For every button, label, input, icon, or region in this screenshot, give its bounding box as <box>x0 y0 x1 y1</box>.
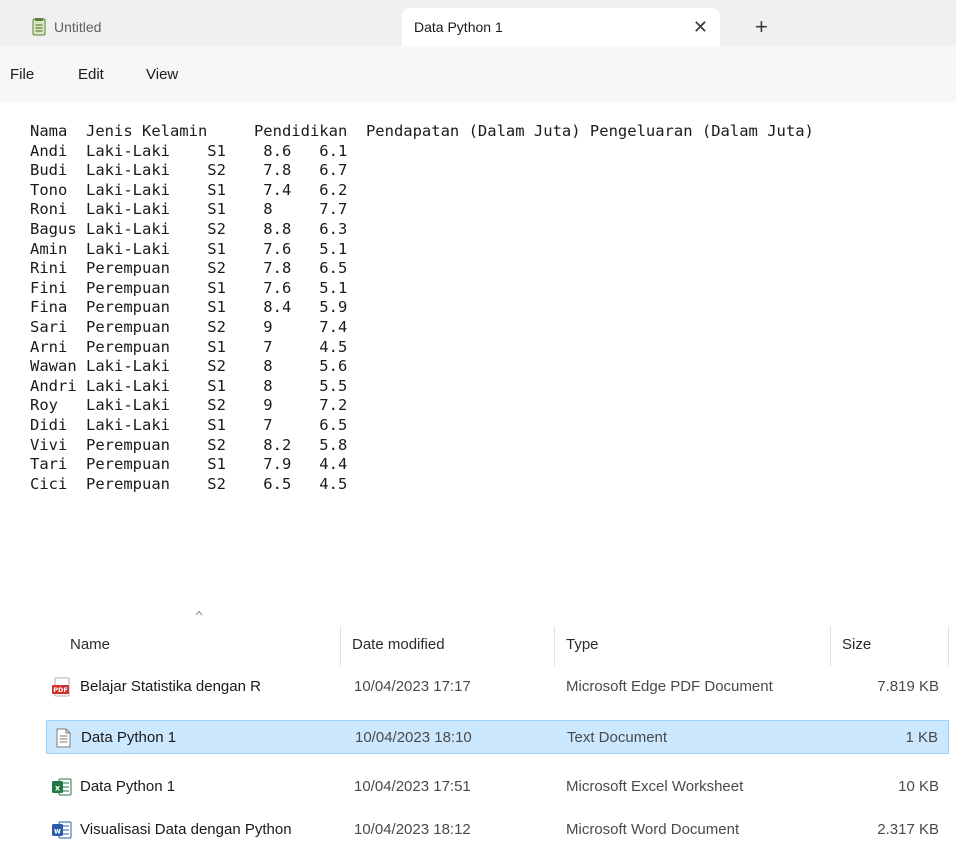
column-header-name[interactable]: Name <box>70 636 110 653</box>
file-size: 2.317 KB <box>877 821 939 838</box>
menu-view[interactable]: View <box>146 66 178 83</box>
file-type: Microsoft Word Document <box>566 821 740 838</box>
file-type: Text Document <box>567 729 668 746</box>
file-row[interactable]: x Data Python 1 10/04/2023 17:51 Microso… <box>46 770 949 804</box>
file-name: Data Python 1 <box>80 778 176 795</box>
document-text: Nama Jenis Kelamin Pendidikan Pendapatan… <box>30 122 814 493</box>
column-header-size[interactable]: Size <box>842 636 871 653</box>
excel-file-icon: x <box>52 778 72 796</box>
pdf-file-icon: PDF <box>52 677 70 697</box>
file-size: 7.819 KB <box>877 678 939 695</box>
tab-data-python-1[interactable]: Data Python 1 ✕ <box>402 8 720 46</box>
menu-edit[interactable]: Edit <box>78 66 104 83</box>
close-icon[interactable]: ✕ <box>693 18 708 36</box>
column-divider[interactable] <box>340 626 341 666</box>
menu-file[interactable]: File <box>10 66 34 83</box>
file-name: Belajar Statistika dengan R <box>80 678 261 695</box>
column-divider[interactable] <box>554 626 555 666</box>
file-date: 10/04/2023 17:17 <box>354 678 471 695</box>
file-size: 10 KB <box>898 778 939 795</box>
word-file-icon: w <box>52 821 72 839</box>
svg-text:PDF: PDF <box>53 686 68 694</box>
column-divider[interactable] <box>948 626 949 666</box>
file-date: 10/04/2023 18:10 <box>355 729 472 746</box>
file-date: 10/04/2023 17:51 <box>354 778 471 795</box>
tab-bar: Untitled Data Python 1 ✕ + <box>0 0 956 46</box>
tab-title: Untitled <box>54 19 102 35</box>
file-size: 1 KB <box>905 729 938 746</box>
svg-text:x: x <box>55 784 61 793</box>
file-date: 10/04/2023 18:12 <box>354 821 471 838</box>
text-editor[interactable]: Nama Jenis Kelamin Pendidikan Pendapatan… <box>0 102 956 598</box>
sort-caret-icon <box>195 610 203 616</box>
notepad-icon <box>32 18 46 36</box>
svg-text:w: w <box>54 827 61 836</box>
file-explorer-list: Name Date modified Type Size PDF Belajar… <box>0 598 956 839</box>
file-type: Microsoft Edge PDF Document <box>566 678 773 695</box>
file-row[interactable]: w Visualisasi Data dengan Python 10/04/2… <box>46 813 949 847</box>
file-name: Visualisasi Data dengan Python <box>80 821 292 838</box>
file-name: Data Python 1 <box>81 729 177 746</box>
column-divider[interactable] <box>830 626 831 666</box>
file-row-selected[interactable]: Data Python 1 10/04/2023 18:10 Text Docu… <box>46 720 949 754</box>
tab-untitled[interactable]: Untitled <box>0 8 402 46</box>
column-header-date[interactable]: Date modified <box>352 636 445 653</box>
file-type: Microsoft Excel Worksheet <box>566 778 744 795</box>
tab-title: Data Python 1 <box>414 19 503 35</box>
notepad-window: Untitled Data Python 1 ✕ + File Edit Vie… <box>0 0 956 598</box>
text-file-icon <box>56 728 71 748</box>
menu-bar: File Edit View <box>0 46 956 102</box>
new-tab-plus-icon[interactable]: + <box>755 16 768 38</box>
file-row[interactable]: PDF Belajar Statistika dengan R 10/04/20… <box>46 670 949 704</box>
column-header-type[interactable]: Type <box>566 636 599 653</box>
